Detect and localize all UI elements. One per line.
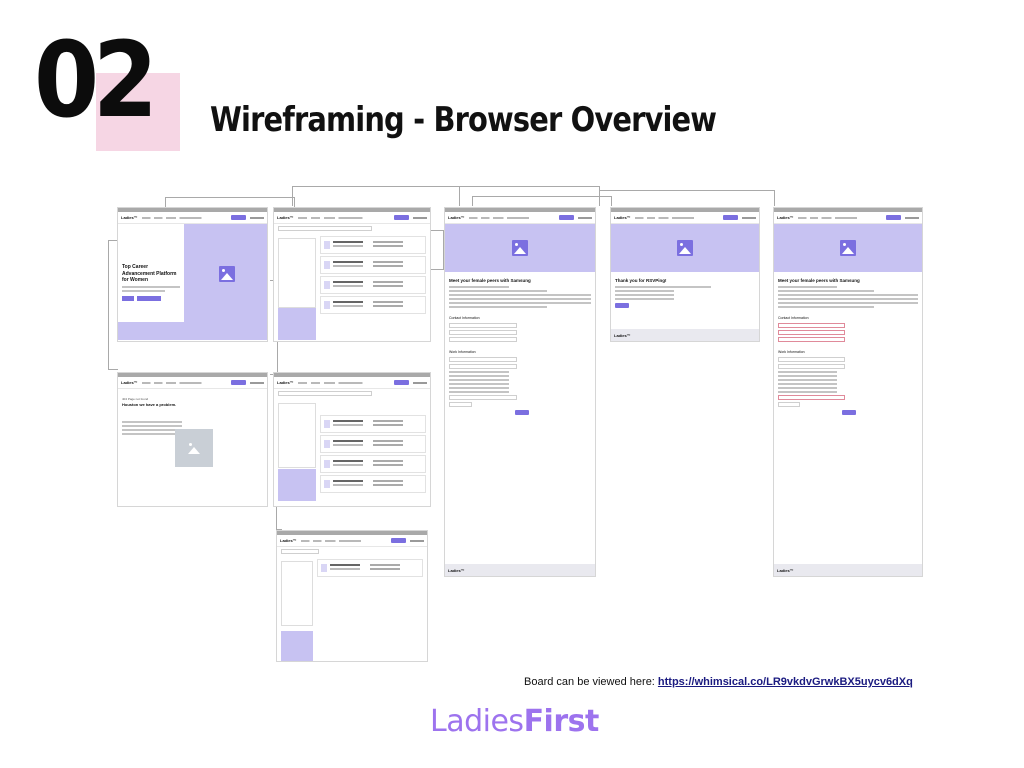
home-heading: Top Career Advancement Platform for Wome…: [122, 264, 177, 283]
connector: [292, 186, 460, 206]
wireframe-events-filter: Ladies™: [273, 372, 431, 507]
wireframe-event-detail-errors: Ladies™ Meet your female peers with Sams…: [773, 207, 923, 577]
board-link[interactable]: https://whimsical.co/LR9vkdvGrwkBX5uycv6…: [658, 676, 913, 688]
connector: [430, 230, 444, 270]
wireframe-events-collapsed: Ladies™: [276, 530, 428, 662]
wireframe-board: Ladies™ Top Career Advancement Platform …: [0, 0, 1024, 768]
wireframe-rsvp-confirmation: Ladies™ Thank you for RSVPing! Ladies™: [610, 207, 760, 342]
wireframe-home: Ladies™ Top Career Advancement Platform …: [117, 207, 268, 342]
wireframe-404: Ladies™ 404 Page not found Houston we ha…: [117, 372, 268, 507]
brand-logo: LadiesFirst: [430, 704, 599, 739]
connector: [472, 196, 612, 206]
wireframe-event-detail: Ladies™ Meet your female peers with Sams…: [444, 207, 596, 577]
board-caption: Board can be viewed here: https://whimsi…: [524, 676, 913, 688]
wireframe-events: Ladies™: [273, 207, 431, 342]
connector: [600, 190, 775, 206]
error-heading: Houston we have a problem.: [122, 402, 177, 407]
connector: [165, 197, 295, 207]
